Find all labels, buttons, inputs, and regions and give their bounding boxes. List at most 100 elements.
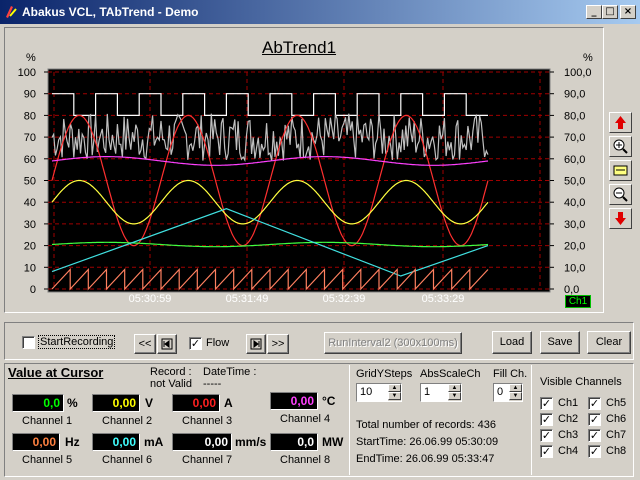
y-tick-label-right: 50,0 — [564, 176, 585, 188]
step-forward-icon — [250, 338, 262, 350]
arrow-up-icon — [615, 116, 626, 129]
y-tick-label-right: 10,0 — [564, 262, 585, 274]
save-button[interactable]: Save — [540, 331, 580, 354]
fill-ch-label: Fill Ch. — [493, 368, 528, 380]
flow-checkbox[interactable]: ✓ — [189, 337, 202, 350]
divider — [349, 365, 350, 475]
channel-badge: Ch1 — [565, 295, 591, 308]
channel-1-value: 0,0 — [12, 394, 64, 412]
start-recording-label[interactable]: StartRecording — [38, 335, 116, 349]
run-interval-button[interactable]: RunInterval2 (300x100ms) — [324, 332, 462, 354]
abs-scale-value: 1 — [424, 386, 431, 398]
arrow-down-icon — [615, 212, 626, 225]
x-tick-label: 05:31:49 — [226, 293, 269, 305]
channel-7-value: 0,00 — [172, 433, 232, 451]
channel-3-value: 0,00 — [172, 394, 220, 412]
channel-6-label: Channel 6 — [102, 454, 153, 466]
channel-1-unit: % — [67, 396, 78, 410]
spin-up-icon[interactable]: ▲ — [448, 384, 461, 392]
y-tick-label-left: 10 — [24, 262, 36, 274]
spin-down-icon[interactable]: ▼ — [509, 392, 522, 400]
step-forward-button[interactable] — [246, 334, 266, 354]
channel-2-label: Channel 2 — [102, 415, 153, 427]
channel-6-value: 0,00 — [92, 433, 140, 451]
channel-3-label: Channel 3 — [182, 415, 233, 427]
channel-2-value: 0,00 — [92, 394, 140, 412]
flow-label: Flow — [206, 337, 230, 349]
hand-icon — [613, 165, 628, 176]
pan-button[interactable] — [609, 160, 632, 181]
channel-6-unit: mA — [144, 435, 164, 449]
spin-down-icon[interactable]: ▼ — [388, 392, 401, 400]
fast-forward-button[interactable]: >> — [267, 334, 289, 354]
trend-chart[interactable]: 100 100,090 90,080 80,070 70,060 60,050 50,040… — [0, 0, 640, 320]
divider — [531, 365, 532, 475]
y-tick-label-right: 30,0 — [564, 219, 585, 231]
visible-ch3-checkbox[interactable]: ✓ — [540, 429, 553, 442]
zoom-in-icon — [613, 139, 628, 154]
y-tick-label-left: 60 — [24, 154, 36, 166]
visible-ch7-label: Ch7 — [606, 429, 627, 441]
visible-ch5-label: Ch5 — [606, 397, 627, 409]
datetime-label: DateTime : — [203, 366, 257, 378]
total-records: Total number of records: 436 — [356, 419, 497, 431]
y-tick-label-left: 50 — [24, 176, 36, 188]
visible-ch6-checkbox[interactable]: ✓ — [588, 413, 601, 426]
record-label: Record : — [150, 366, 192, 378]
datetime-value: ----- — [203, 378, 222, 390]
channel-3-unit: A — [224, 396, 233, 410]
visible-ch3-label: Ch3 — [558, 429, 579, 441]
scroll-up-button[interactable] — [609, 112, 632, 133]
spin-up-icon[interactable]: ▲ — [509, 384, 522, 392]
channel-8-unit: MW — [322, 435, 344, 449]
visible-ch7-checkbox[interactable]: ✓ — [588, 429, 601, 442]
visible-ch1-label: Ch1 — [558, 397, 579, 409]
start-recording-checkbox[interactable] — [22, 336, 35, 349]
channel-8-label: Channel 8 — [280, 454, 331, 466]
step-back-icon — [161, 338, 173, 350]
channel-4-unit: °C — [322, 394, 336, 408]
grid-steps-spinner[interactable]: 10 ▲ ▼ — [356, 383, 402, 402]
spin-down-icon[interactable]: ▼ — [448, 392, 461, 400]
channel-5-label: Channel 5 — [22, 454, 73, 466]
visible-ch4-label: Ch4 — [558, 445, 579, 457]
channel-7-unit: mm/s — [235, 435, 267, 449]
visible-ch1-checkbox[interactable]: ✓ — [540, 397, 553, 410]
y-tick-label-left: 100 — [18, 67, 36, 79]
visible-channels-title: Visible Channels — [540, 376, 622, 388]
series-line-1 — [52, 93, 488, 117]
zoom-out-icon — [613, 187, 628, 202]
y-tick-label-right: 70,0 — [564, 132, 585, 144]
visible-ch4-checkbox[interactable]: ✓ — [540, 445, 553, 458]
zoom-out-button[interactable] — [609, 184, 632, 205]
rewind-button[interactable]: << — [134, 334, 156, 354]
fill-ch-spinner[interactable]: 0 ▲ ▼ — [493, 383, 523, 402]
channel-4-label: Channel 4 — [280, 413, 331, 425]
visible-ch2-checkbox[interactable]: ✓ — [540, 413, 553, 426]
channel-5-unit: Hz — [65, 435, 80, 449]
channel-7-label: Channel 7 — [182, 454, 233, 466]
scroll-down-button[interactable] — [609, 208, 632, 229]
clear-button[interactable]: Clear — [587, 331, 631, 354]
abs-scale-label: AbsScaleCh — [420, 368, 481, 380]
y-tick-label-left: 80 — [24, 110, 36, 122]
zoom-in-button[interactable] — [609, 136, 632, 157]
visible-ch8-checkbox[interactable]: ✓ — [588, 445, 601, 458]
start-time: StartTime: 26.06.99 05:30:09 — [356, 436, 499, 448]
load-button[interactable]: Load — [492, 331, 532, 354]
x-tick-label: 05:33:29 — [422, 293, 465, 305]
visible-ch6-label: Ch6 — [606, 413, 627, 425]
abs-scale-spinner[interactable]: 1 ▲ ▼ — [420, 383, 462, 402]
spin-up-icon[interactable]: ▲ — [388, 384, 401, 392]
end-time: EndTime: 26.06.99 05:33:47 — [356, 453, 495, 465]
channel-4-value: 0,00 — [270, 392, 318, 410]
visible-ch8-label: Ch8 — [606, 445, 627, 457]
channel-5-value: 0,00 — [12, 433, 60, 451]
channel-1-label: Channel 1 — [22, 415, 73, 427]
y-tick-label-right: 20,0 — [564, 241, 585, 253]
visible-ch5-checkbox[interactable]: ✓ — [588, 397, 601, 410]
step-back-button[interactable] — [157, 334, 177, 354]
record-value: not Valid — [150, 378, 192, 390]
y-tick-label-left: 40 — [24, 197, 36, 209]
y-tick-label-right: 60,0 — [564, 154, 585, 166]
